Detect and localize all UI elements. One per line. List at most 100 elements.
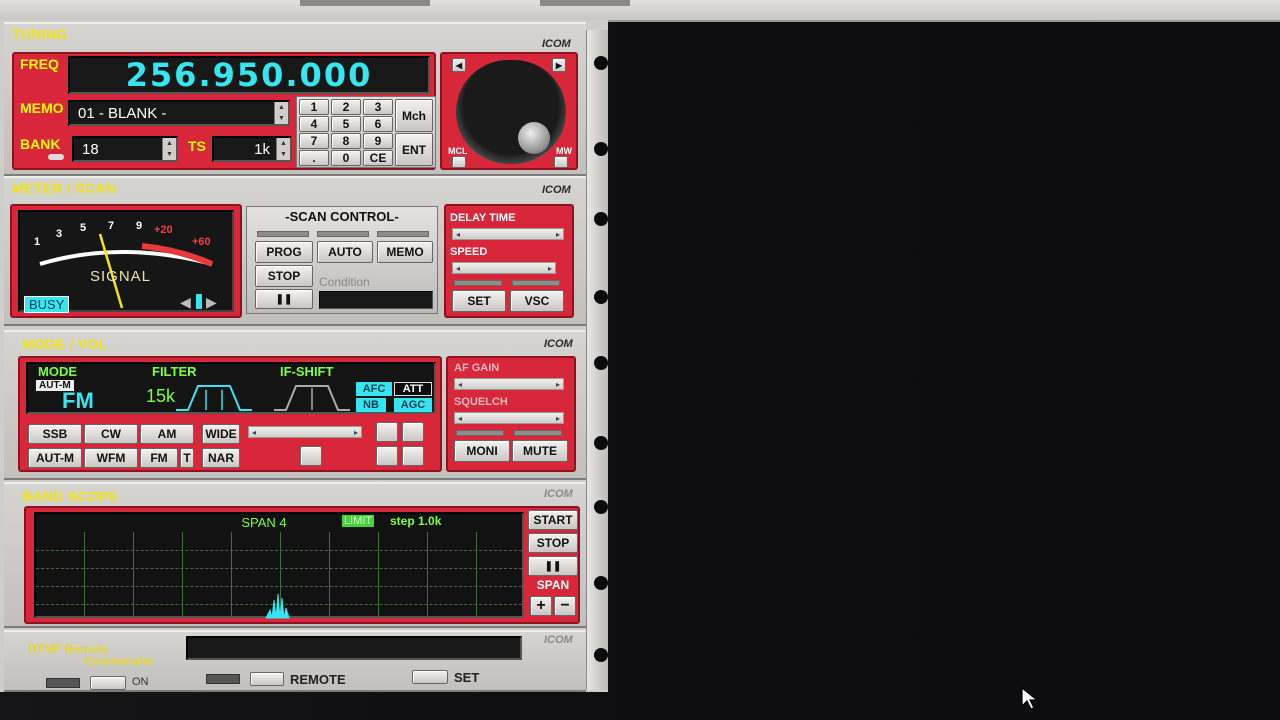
scale-7: 7 [108, 220, 115, 232]
ifshift-center-button[interactable] [300, 446, 322, 466]
scale-plus20: +20 [154, 224, 173, 236]
signal-meter: 1 3 5 7 9 +20 +60 SIGNAL BUSY ◀ ▶ [18, 210, 234, 313]
remote-toggle[interactable] [250, 672, 284, 686]
ts-field[interactable]: 1k ▲ ▼ [212, 136, 292, 162]
busy-indicator: BUSY [24, 296, 70, 313]
mute-button[interactable]: MUTE [512, 440, 568, 462]
filter-button[interactable] [402, 446, 424, 466]
dtmf-on-toggle[interactable] [90, 676, 126, 690]
condition-label: Condition [319, 275, 370, 289]
dial-knob[interactable] [518, 122, 550, 154]
fm-button[interactable]: FM [140, 448, 178, 468]
dtmf-set-toggle[interactable] [412, 670, 448, 684]
delay-time-slider[interactable]: ◂ ▸ [452, 228, 564, 240]
memo-spinner[interactable]: ▲ ▼ [274, 102, 288, 124]
ts-spinner[interactable]: ▲ ▼ [276, 138, 290, 160]
ifshift-slider[interactable]: ◂ ▸ [248, 426, 362, 438]
filter-value: 15k [146, 386, 176, 406]
limit-indicator: LIMIT [342, 515, 375, 527]
signal-label: SIGNAL [90, 268, 152, 285]
dial-left-arrow[interactable]: ◀ [452, 58, 466, 72]
tuning-dial[interactable] [456, 60, 566, 164]
prog-button[interactable]: PROG [255, 241, 313, 263]
key-dot[interactable]: . [299, 150, 329, 166]
key-8[interactable]: 8 [331, 133, 361, 149]
scope-start-button[interactable]: START [528, 510, 578, 530]
ts-label: TS [188, 138, 206, 154]
meter-right-arrow[interactable]: ▶ [206, 294, 217, 311]
span-minus-button[interactable]: − [554, 596, 576, 616]
bank-spinner[interactable]: ▲ ▼ [162, 138, 176, 160]
mch-button[interactable]: Mch [395, 99, 433, 132]
afc-indicator[interactable]: AFC [356, 382, 392, 396]
scan-led [317, 231, 369, 237]
key-6[interactable]: 6 [363, 116, 393, 132]
scan-settings-box: DELAY TIME ◂ ▸ SPEED ◂ ▸ SET VSC [444, 204, 574, 318]
pause-scan-button[interactable]: ❚❚ [255, 289, 313, 309]
af-gain-slider[interactable]: ◂ ▸ [454, 378, 564, 390]
filter-shape-icon [176, 385, 252, 411]
scope-pause-button[interactable]: ❚❚ [528, 556, 578, 576]
filter-button[interactable] [402, 422, 424, 442]
auto-button[interactable]: AUTO [317, 241, 373, 263]
autm-button[interactable]: AUT-M [28, 448, 82, 468]
key-ce[interactable]: CE [363, 150, 393, 166]
signal-meter-box: 1 3 5 7 9 +20 +60 SIGNAL BUSY ◀ ▶ [10, 204, 242, 318]
set-button[interactable]: SET [452, 290, 506, 312]
speed-slider[interactable]: ◂ ▸ [452, 262, 556, 274]
scale-9: 9 [136, 220, 143, 232]
bank-field[interactable]: 18 ▲ ▼ [72, 136, 178, 162]
dtmf-set-label: SET [454, 670, 480, 685]
memo-field[interactable]: 01 - BLANK - ▲ ▼ [68, 100, 290, 126]
ssb-button[interactable]: SSB [28, 424, 82, 444]
am-button[interactable]: AM [140, 424, 194, 444]
key-4[interactable]: 4 [299, 116, 329, 132]
key-1[interactable]: 1 [299, 99, 329, 115]
memo-scan-button[interactable]: MEMO [377, 241, 433, 263]
mouse-cursor-icon [1021, 686, 1039, 710]
frequency-display[interactable]: 256.950.000 [68, 56, 430, 94]
key-5[interactable]: 5 [331, 116, 361, 132]
ts-value: 1k [254, 141, 270, 158]
settings-led [454, 280, 502, 286]
band-scope-display[interactable]: SPAN 4 LIMIT step 1.0k [34, 512, 524, 619]
key-9[interactable]: 9 [363, 133, 393, 149]
ent-button[interactable]: ENT [395, 133, 433, 166]
nar-button[interactable]: NAR [202, 448, 240, 468]
cw-button[interactable]: CW [84, 424, 138, 444]
scale-3: 3 [56, 228, 63, 240]
squelch-slider[interactable]: ◂ ▸ [454, 412, 564, 424]
grid-line [36, 586, 522, 587]
agc-indicator[interactable]: AGC [394, 398, 432, 412]
key-3[interactable]: 3 [363, 99, 393, 115]
key-7[interactable]: 7 [299, 133, 329, 149]
meter-left-arrow[interactable]: ◀ [180, 294, 191, 311]
nb-indicator[interactable]: NB [356, 398, 386, 412]
top-tab[interactable] [540, 0, 630, 6]
wide-button[interactable]: WIDE [202, 424, 240, 444]
att-indicator[interactable]: ATT [394, 382, 432, 396]
filter-button[interactable] [376, 422, 398, 442]
scale-1: 1 [34, 236, 41, 248]
band-scope-box: SPAN 4 LIMIT step 1.0k START STOP ❚❚ SPA… [24, 506, 580, 624]
key-2[interactable]: 2 [331, 99, 361, 115]
span-plus-button[interactable]: + [530, 596, 552, 616]
top-tab[interactable] [300, 0, 430, 6]
wfm-button[interactable]: WFM [84, 448, 138, 468]
ifshift-shape-icon [274, 385, 350, 411]
mw-button[interactable] [554, 156, 568, 168]
rack-hole [594, 142, 608, 156]
stop-scan-button[interactable]: STOP [255, 265, 313, 287]
icom-logo: ICOM [542, 184, 571, 196]
key-0[interactable]: 0 [331, 150, 361, 166]
rack-hole [594, 500, 608, 514]
scope-stop-button[interactable]: STOP [528, 533, 578, 553]
moni-button[interactable]: MONI [454, 440, 510, 462]
tone-button[interactable]: T [180, 448, 194, 468]
vsc-button[interactable]: VSC [510, 290, 564, 312]
filter-button[interactable] [376, 446, 398, 466]
mcl-button[interactable] [452, 156, 466, 168]
dtmf-display[interactable] [186, 636, 522, 660]
dial-right-arrow[interactable]: ▶ [552, 58, 566, 72]
bank-label: BANK [20, 136, 61, 152]
